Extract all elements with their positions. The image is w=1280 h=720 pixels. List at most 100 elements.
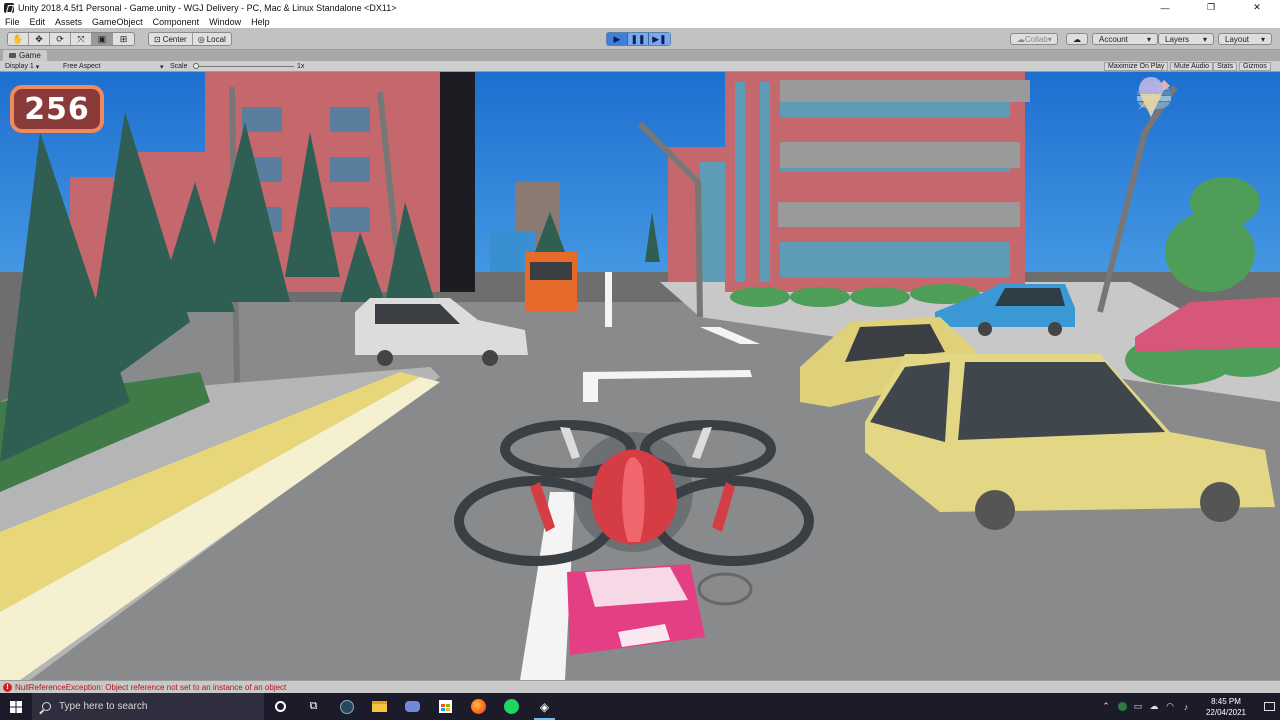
- system-tray: ⌃ ▭ ☁ ◠ ♪ 8:45 PM 22/04/2021: [1098, 693, 1280, 720]
- cloud-icon: ☁: [1073, 34, 1081, 44]
- rotate-tool-icon[interactable]: ⟳: [50, 33, 71, 45]
- firefox-icon[interactable]: [462, 693, 495, 720]
- chevron-down-icon: ▾: [35, 63, 40, 71]
- menu-file[interactable]: File: [5, 17, 20, 27]
- pivot-center-button[interactable]: ⊡ Center: [149, 33, 193, 45]
- mute-audio-toggle[interactable]: Mute Audio: [1170, 62, 1214, 71]
- move-tool-icon[interactable]: ✥: [29, 33, 50, 45]
- menu-component[interactable]: Component: [153, 17, 200, 27]
- collab-dropdown[interactable]: ☁ Collab ▾: [1010, 33, 1058, 45]
- globe-icon: ◎: [197, 34, 205, 44]
- window-titlebar: Unity 2018.4.5f1 Personal - Game.unity -…: [0, 0, 1280, 15]
- play-controls: ▶ ❚❚ ▶❚: [606, 32, 671, 46]
- step-button[interactable]: ▶❚: [649, 33, 670, 45]
- display-label: Display 1: [5, 63, 34, 70]
- aspect-dropdown[interactable]: Free Aspect: [63, 62, 100, 71]
- restore-button[interactable]: ❐: [1188, 0, 1234, 15]
- game-scene: [0, 72, 1280, 680]
- layers-label: Layers: [1165, 34, 1190, 44]
- rect-tool-icon[interactable]: ▣: [92, 33, 113, 45]
- window-title: Unity 2018.4.5f1 Personal - Game.unity -…: [18, 2, 397, 13]
- battery-icon[interactable]: ▭: [1130, 693, 1146, 720]
- tab-game-label: Game: [19, 51, 41, 60]
- console-status-bar[interactable]: ! NullReferenceException: Object referen…: [0, 680, 1280, 693]
- scale-tool-icon[interactable]: ⤧: [71, 33, 92, 45]
- burger-icon: [1137, 76, 1274, 123]
- microsoft-store-icon[interactable]: [429, 693, 462, 720]
- discord-icon[interactable]: [396, 693, 429, 720]
- scale-label: Scale: [170, 63, 188, 70]
- play-button[interactable]: ▶: [607, 33, 628, 45]
- main-toolbar: ✋ ✥ ⟳ ⤧ ▣ ⊞ ⊡ Center ◎ Local ▶ ❚❚ ▶❚ ☁ Coll…: [0, 28, 1280, 50]
- search-icon: [42, 702, 51, 711]
- game-viewport[interactable]: 256: [0, 72, 1280, 680]
- taskbar-search-box[interactable]: Type here to search: [32, 693, 264, 720]
- error-icon: !: [3, 682, 12, 692]
- scale-value: 1x: [297, 63, 305, 70]
- building-right-2-window: [700, 162, 725, 282]
- collab-icon: ☁: [1017, 34, 1025, 44]
- account-dropdown[interactable]: Account ▾: [1092, 33, 1158, 45]
- pivot-local-button[interactable]: ◎ Local: [193, 33, 231, 45]
- windows-taskbar: Type here to search ⧉ ◈ ⌃ ▭ ☁ ◠ ♪ 8:45 P…: [0, 693, 1280, 720]
- spotify-icon[interactable]: [495, 693, 528, 720]
- space-label: Local: [206, 34, 226, 44]
- pivot-toggles: ⊡ Center ◎ Local: [148, 32, 232, 46]
- unity-taskbar-icon[interactable]: ◈: [528, 693, 561, 720]
- chevron-up-icon[interactable]: ⌃: [1098, 693, 1114, 720]
- menu-help[interactable]: Help: [251, 17, 270, 27]
- order-icons-grid: [1134, 76, 1274, 216]
- scale-slider-handle[interactable]: [193, 63, 199, 69]
- icecream-icon: [1139, 77, 1228, 216]
- menu-gameobject[interactable]: GameObject: [92, 17, 143, 27]
- cloud-sync-icon[interactable]: ☁: [1146, 693, 1162, 720]
- task-view-icon[interactable]: ⧉: [297, 693, 330, 720]
- unity-logo-icon: [4, 2, 14, 13]
- menu-bar: File Edit Assets GameObject Component Wi…: [0, 15, 1280, 28]
- console-error-message: NullReferenceException: Object reference…: [15, 682, 287, 692]
- notification-center-icon[interactable]: [1258, 702, 1280, 711]
- pause-button[interactable]: ❚❚: [628, 33, 649, 45]
- chevron-down-icon: ▾: [1146, 34, 1151, 44]
- clock-time: 8:45 PM: [1211, 696, 1241, 706]
- close-button[interactable]: ✕: [1234, 0, 1280, 15]
- layers-dropdown[interactable]: Layers ▾: [1158, 33, 1214, 45]
- scale-slider-track[interactable]: [194, 66, 294, 67]
- steam-icon[interactable]: [330, 693, 363, 720]
- chevron-down-icon: ▾: [1202, 34, 1207, 44]
- menu-assets[interactable]: Assets: [55, 17, 82, 27]
- icecream-icon: [1134, 77, 1181, 216]
- game-camera-icon: [9, 53, 16, 58]
- aspect-chevron-icon[interactable]: ▾: [160, 62, 164, 71]
- menu-edit[interactable]: Edit: [30, 17, 46, 27]
- display-dropdown[interactable]: Display 1 ▾: [5, 62, 39, 71]
- chevron-down-icon: ▾: [1047, 34, 1052, 44]
- tab-game[interactable]: Game: [3, 50, 47, 61]
- cortana-icon[interactable]: [264, 693, 297, 720]
- icecream-icon: [1139, 77, 1274, 216]
- start-button[interactable]: [0, 693, 32, 720]
- volume-icon[interactable]: ♪: [1178, 693, 1194, 720]
- layout-dropdown[interactable]: Layout ▾: [1218, 33, 1272, 45]
- wifi-icon[interactable]: ◠: [1162, 693, 1178, 720]
- maximize-on-play-toggle[interactable]: Maximize On Play: [1104, 62, 1169, 71]
- pivot-label: Center: [162, 34, 187, 44]
- pizza-icon: [1138, 80, 1228, 170]
- file-explorer-icon[interactable]: [363, 693, 396, 720]
- stats-toggle[interactable]: Stats: [1213, 62, 1237, 71]
- transform-tool-icon[interactable]: ⊞: [113, 33, 134, 45]
- cloud-button[interactable]: ☁: [1066, 33, 1088, 45]
- minimize-button[interactable]: —: [1142, 0, 1188, 15]
- score-value: 256: [24, 91, 90, 127]
- chevron-down-icon: ▾: [1260, 34, 1265, 44]
- menu-window[interactable]: Window: [209, 17, 241, 27]
- pivot-icon: ⊡: [154, 34, 161, 44]
- account-label: Account: [1099, 34, 1128, 44]
- game-view-tabbar: Game: [0, 50, 1280, 61]
- hand-tool-icon[interactable]: ✋: [8, 33, 29, 45]
- windows-logo-icon: [10, 700, 22, 713]
- gizmos-dropdown[interactable]: Gizmos: [1239, 62, 1271, 71]
- nvidia-icon[interactable]: [1114, 693, 1130, 720]
- far-lane-line: [605, 272, 612, 327]
- taskbar-clock[interactable]: 8:45 PM 22/04/2021: [1194, 696, 1258, 718]
